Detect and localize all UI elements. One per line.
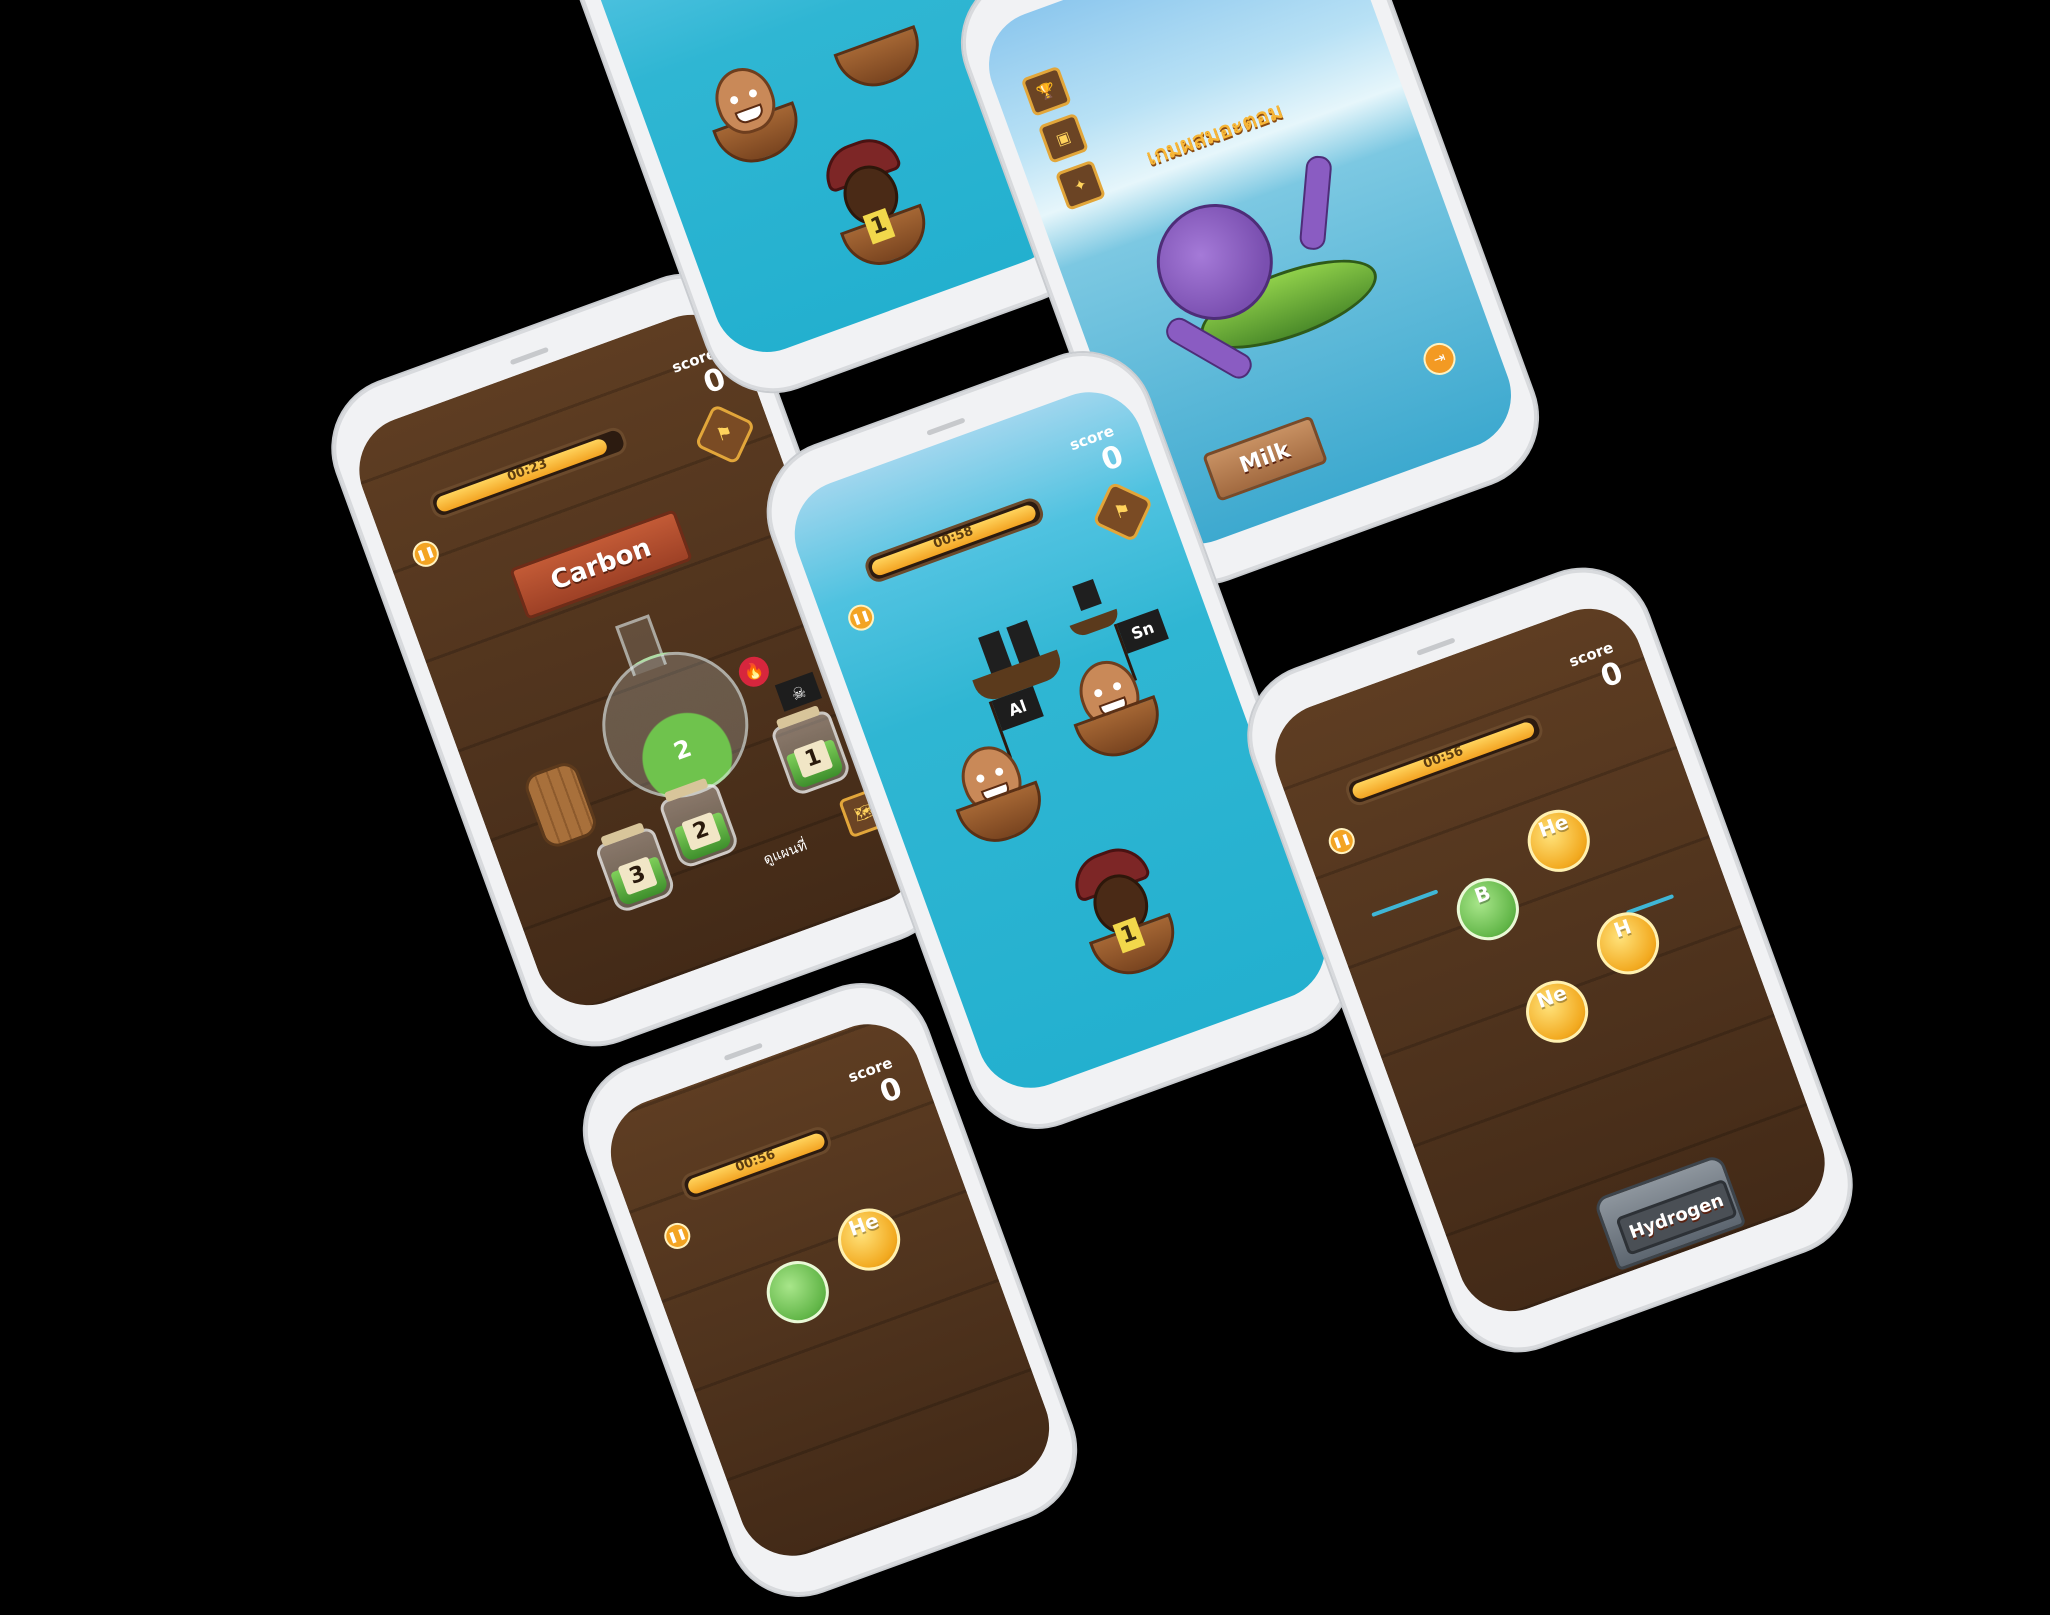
- jar-2[interactable]: 2: [657, 777, 741, 871]
- barrel: [521, 758, 601, 852]
- eye: [994, 766, 1005, 777]
- score-value: 0: [875, 1070, 907, 1111]
- element-coin-ne[interactable]: Ne: [1517, 971, 1597, 1052]
- timer-bar: 00:58: [862, 495, 1047, 586]
- eye: [1111, 681, 1123, 692]
- pause-icon[interactable]: ❚❚: [844, 600, 878, 635]
- eye: [975, 773, 986, 784]
- treasure-map-icon[interactable]: ⚑: [1092, 481, 1154, 543]
- element-flag-sn[interactable]: Sn: [1116, 608, 1169, 654]
- timer-text: 00:56: [1421, 743, 1466, 772]
- timer-bar: 00:23: [426, 424, 630, 522]
- map-hint-text: ดูแผนที่: [761, 837, 810, 869]
- element-coin-b[interactable]: B: [1448, 869, 1528, 949]
- phone-speaker: [723, 1042, 763, 1061]
- pause-icon[interactable]: ❚❚: [409, 537, 443, 571]
- start-button[interactable]: Milk: [1202, 415, 1329, 502]
- eye: [1093, 687, 1104, 699]
- score-value: 0: [1596, 655, 1628, 696]
- pirate-ship: [957, 608, 1066, 705]
- menu-icon-trophy[interactable]: 🏆: [1020, 65, 1072, 117]
- mouth: [734, 103, 766, 126]
- menu-icon-map[interactable]: ✦: [1054, 159, 1107, 211]
- element-coin-he[interactable]: He: [829, 1199, 909, 1280]
- timer-bar: 00:56: [1342, 711, 1546, 809]
- timer-text: 00:23: [505, 456, 550, 485]
- jar-3[interactable]: 3: [594, 822, 678, 915]
- timer-text: 00:56: [733, 1147, 778, 1176]
- flame-icon: 🔥: [734, 652, 774, 691]
- exit-icon[interactable]: ⇥: [1419, 338, 1461, 380]
- pirate-boat: [833, 25, 931, 98]
- timer-text: 00:58: [931, 523, 976, 552]
- treasure-map-icon[interactable]: ⚑: [694, 403, 756, 465]
- eye: [729, 95, 740, 106]
- phone-speaker: [509, 346, 550, 366]
- ship-sail: [1072, 579, 1102, 611]
- phone-speaker: [926, 417, 966, 436]
- phone-shelf-right: score 0 00:56 ❚❚ He B H Ne Hydrogen: [1229, 549, 1871, 1371]
- element-coin-he[interactable]: He: [1519, 801, 1599, 881]
- timer-bar: 00:56: [678, 1123, 835, 1204]
- game-screen-shelf-right: score 0 00:56 ❚❚ He B H Ne Hydrogen: [1260, 593, 1840, 1327]
- pirate-ship-far: [1057, 575, 1122, 640]
- element-name-sign: Carbon: [509, 509, 693, 621]
- water-crack: [1371, 889, 1439, 918]
- menu-icon-chest[interactable]: ▣: [1037, 112, 1090, 164]
- element-coin-h[interactable]: H: [1588, 903, 1668, 984]
- element-coin[interactable]: [758, 1252, 838, 1332]
- tentacle: [1298, 154, 1333, 251]
- score-value: 0: [1096, 438, 1129, 479]
- eye: [747, 88, 759, 99]
- phone-speaker: [1416, 637, 1456, 656]
- pause-icon[interactable]: ❚❚: [660, 1219, 694, 1253]
- game-title: เกมผสมอะตอม: [1143, 98, 1287, 171]
- jar-lid: [600, 822, 646, 847]
- pause-icon[interactable]: ❚❚: [1325, 824, 1359, 858]
